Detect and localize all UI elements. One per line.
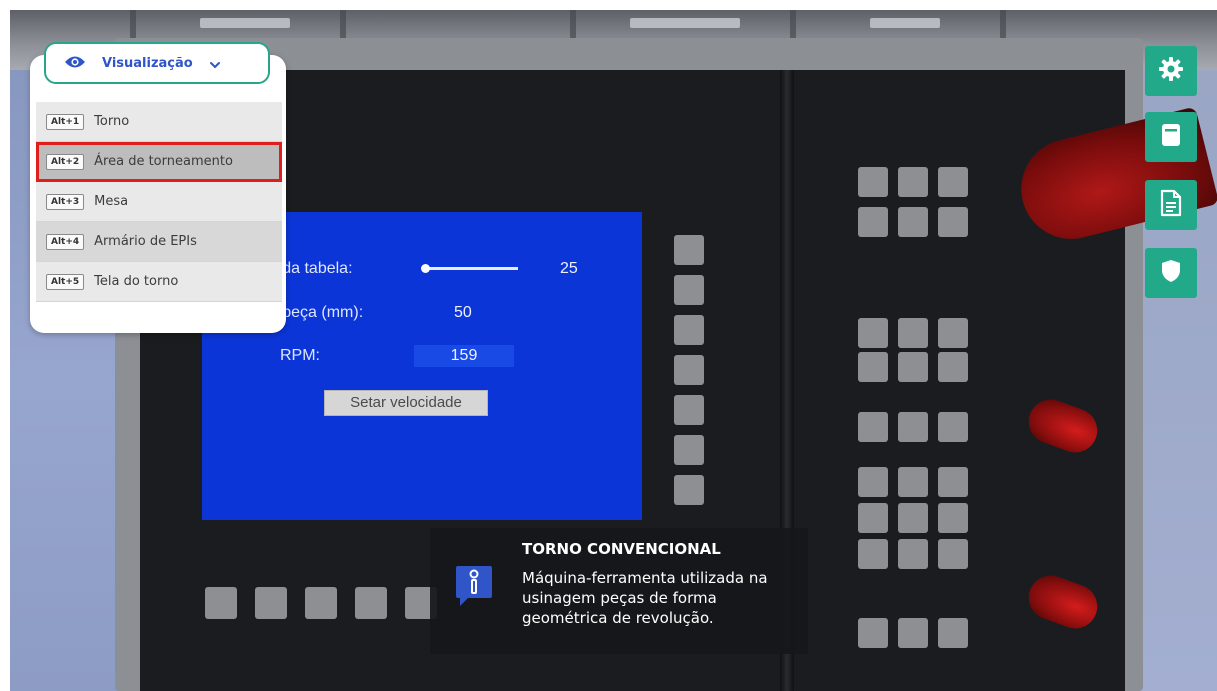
panel-button[interactable] (674, 355, 704, 385)
document-icon (1159, 122, 1183, 152)
panel-button[interactable] (898, 167, 928, 197)
panel-button[interactable] (938, 207, 968, 237)
menu-item-torno[interactable]: Alt+1 Torno (36, 102, 282, 142)
panel-button[interactable] (674, 235, 704, 265)
panel-button[interactable] (858, 618, 888, 648)
panel-button[interactable] (255, 587, 287, 619)
rpm-label: RPM: (280, 347, 320, 364)
set-speed-button[interactable]: Setar velocidade (324, 390, 488, 416)
view-dropdown-label: Visualização (102, 55, 193, 71)
shortcut-key: Alt+5 (46, 273, 85, 290)
file-text-icon (1159, 189, 1183, 221)
rpm-field[interactable]: 159 (414, 345, 514, 367)
panel-button[interactable] (938, 412, 968, 442)
panel-button[interactable] (674, 475, 704, 505)
panel-button[interactable] (674, 275, 704, 305)
view-dropdown[interactable]: Visualização (44, 42, 270, 84)
panel-button[interactable] (938, 618, 968, 648)
panel-button[interactable] (858, 467, 888, 497)
shield-icon (1159, 258, 1183, 288)
menu-item-area-torneamento[interactable]: Alt+2 Área de torneamento (36, 142, 282, 182)
safety-button[interactable] (1145, 248, 1197, 298)
menu-item-mesa[interactable]: Alt+3 Mesa (36, 182, 282, 222)
panel-button[interactable] (898, 467, 928, 497)
panel-button[interactable] (938, 467, 968, 497)
eye-icon (64, 54, 86, 73)
shortcut-key: Alt+1 (46, 113, 85, 130)
menu-item-label: Armário de EPIs (94, 234, 197, 249)
panel-button[interactable] (305, 587, 337, 619)
menu-item-label: Mesa (94, 194, 129, 209)
menu-item-label: Torno (94, 114, 130, 129)
panel-button[interactable] (898, 618, 928, 648)
panel-button[interactable] (858, 318, 888, 348)
menu-item-label: Área de torneamento (94, 154, 233, 169)
panel-button[interactable] (858, 412, 888, 442)
slider-knob[interactable] (421, 264, 430, 273)
report-button[interactable] (1145, 180, 1197, 230)
panel-button[interactable] (898, 412, 928, 442)
panel-button[interactable] (674, 435, 704, 465)
panel-button[interactable] (938, 539, 968, 569)
table-speed-value: 25 (560, 260, 578, 277)
info-description: Máquina-ferramenta utilizada na usinagem… (522, 569, 768, 627)
panel-button[interactable] (858, 539, 888, 569)
panel-button[interactable] (938, 352, 968, 382)
info-tooltip: TORNO CONVENCIONAL Máquina-ferramenta ut… (430, 528, 808, 654)
panel-button[interactable] (898, 539, 928, 569)
panel-button[interactable] (898, 503, 928, 533)
gear-icon (1158, 56, 1184, 86)
settings-button[interactable] (1145, 46, 1197, 96)
info-icon (454, 564, 494, 610)
panel-button[interactable] (858, 503, 888, 533)
menu-item-armario-epis[interactable]: Alt+4 Armário de EPIs (36, 222, 282, 262)
panel-button[interactable] (938, 503, 968, 533)
piece-diameter-value: 50 (454, 304, 472, 321)
panel-button[interactable] (898, 318, 928, 348)
panel-button[interactable] (205, 587, 237, 619)
panel-button[interactable] (898, 207, 928, 237)
panel-button[interactable] (858, 167, 888, 197)
panel-button[interactable] (938, 167, 968, 197)
panel-button[interactable] (355, 587, 387, 619)
shortcut-key: Alt+3 (46, 193, 85, 210)
menu-item-label: Tela do torno (94, 274, 179, 289)
menu-item-tela-torno[interactable]: Alt+5 Tela do torno (36, 262, 282, 302)
table-speed-slider[interactable] (421, 264, 518, 273)
shortcut-key: Alt+4 (46, 233, 85, 250)
shortcut-key: Alt+2 (46, 153, 85, 170)
chevron-down-icon (209, 54, 221, 73)
panel-button[interactable] (858, 207, 888, 237)
view-menu-list: Alt+1 Torno Alt+2 Área de torneamento Al… (36, 102, 282, 302)
info-title: TORNO CONVENCIONAL (522, 540, 721, 558)
panel-button[interactable] (938, 318, 968, 348)
notes-button[interactable] (1145, 112, 1197, 162)
panel-button[interactable] (858, 352, 888, 382)
panel-button[interactable] (674, 315, 704, 345)
panel-button[interactable] (898, 352, 928, 382)
panel-button[interactable] (674, 395, 704, 425)
